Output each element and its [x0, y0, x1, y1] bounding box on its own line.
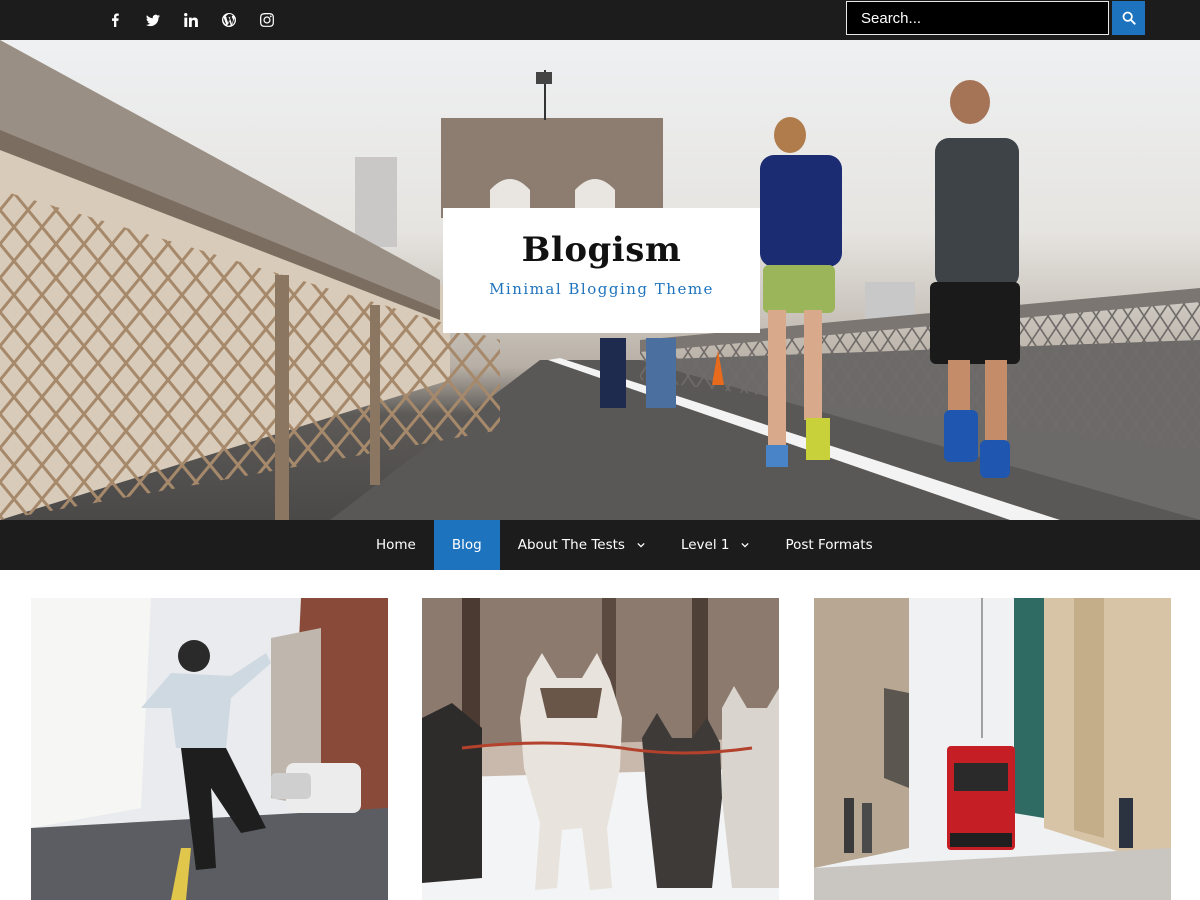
nav-item-home[interactable]: Home — [358, 520, 434, 570]
social-links — [96, 0, 286, 40]
dancer-street-photo — [31, 598, 388, 900]
chevron-down-icon — [741, 542, 750, 548]
search-input[interactable] — [846, 1, 1109, 35]
main-navigation: Home Blog About The Tests Level 1 Post F… — [0, 520, 1200, 570]
wordpress-icon[interactable] — [210, 0, 248, 40]
nav-item-about-the-tests[interactable]: About The Tests — [500, 520, 663, 570]
facebook-icon[interactable] — [96, 0, 134, 40]
twitter-icon[interactable] — [134, 0, 172, 40]
nav-item-blog[interactable]: Blog — [433, 520, 500, 570]
site-title[interactable]: Blogism — [443, 230, 760, 270]
post-thumbnail-dancer[interactable] — [31, 598, 388, 900]
search-button[interactable] — [1112, 1, 1145, 35]
nav-item-label: Level 1 — [680, 537, 730, 553]
nav-item-post-formats[interactable]: Post Formats — [767, 520, 890, 570]
instagram-icon[interactable] — [248, 0, 286, 40]
post-thumbnail-sled-dogs[interactable] — [422, 598, 779, 900]
red-tram-street-photo — [814, 598, 1171, 900]
nav-menu: Home Blog About The Tests Level 1 Post F… — [358, 520, 891, 570]
post-thumbnail-tram[interactable] — [814, 598, 1171, 900]
site-tagline: Minimal Blogging Theme — [489, 280, 714, 298]
site-branding: Blogism Minimal Blogging Theme — [443, 208, 760, 333]
search-icon — [1122, 11, 1136, 25]
sled-dogs-photo — [422, 598, 779, 900]
top-bar — [0, 0, 1200, 40]
linkedin-icon[interactable] — [172, 0, 210, 40]
chevron-down-icon — [637, 542, 645, 548]
nav-item-label: Home — [376, 537, 416, 553]
nav-item-label: Post Formats — [785, 537, 873, 553]
nav-item-label: Blog — [451, 537, 482, 553]
nav-item-level-1[interactable]: Level 1 — [663, 520, 768, 570]
hero-banner: Blogism Minimal Blogging Theme — [0, 40, 1200, 520]
posts-grid — [0, 570, 1200, 900]
nav-item-label: About The Tests — [517, 537, 625, 553]
